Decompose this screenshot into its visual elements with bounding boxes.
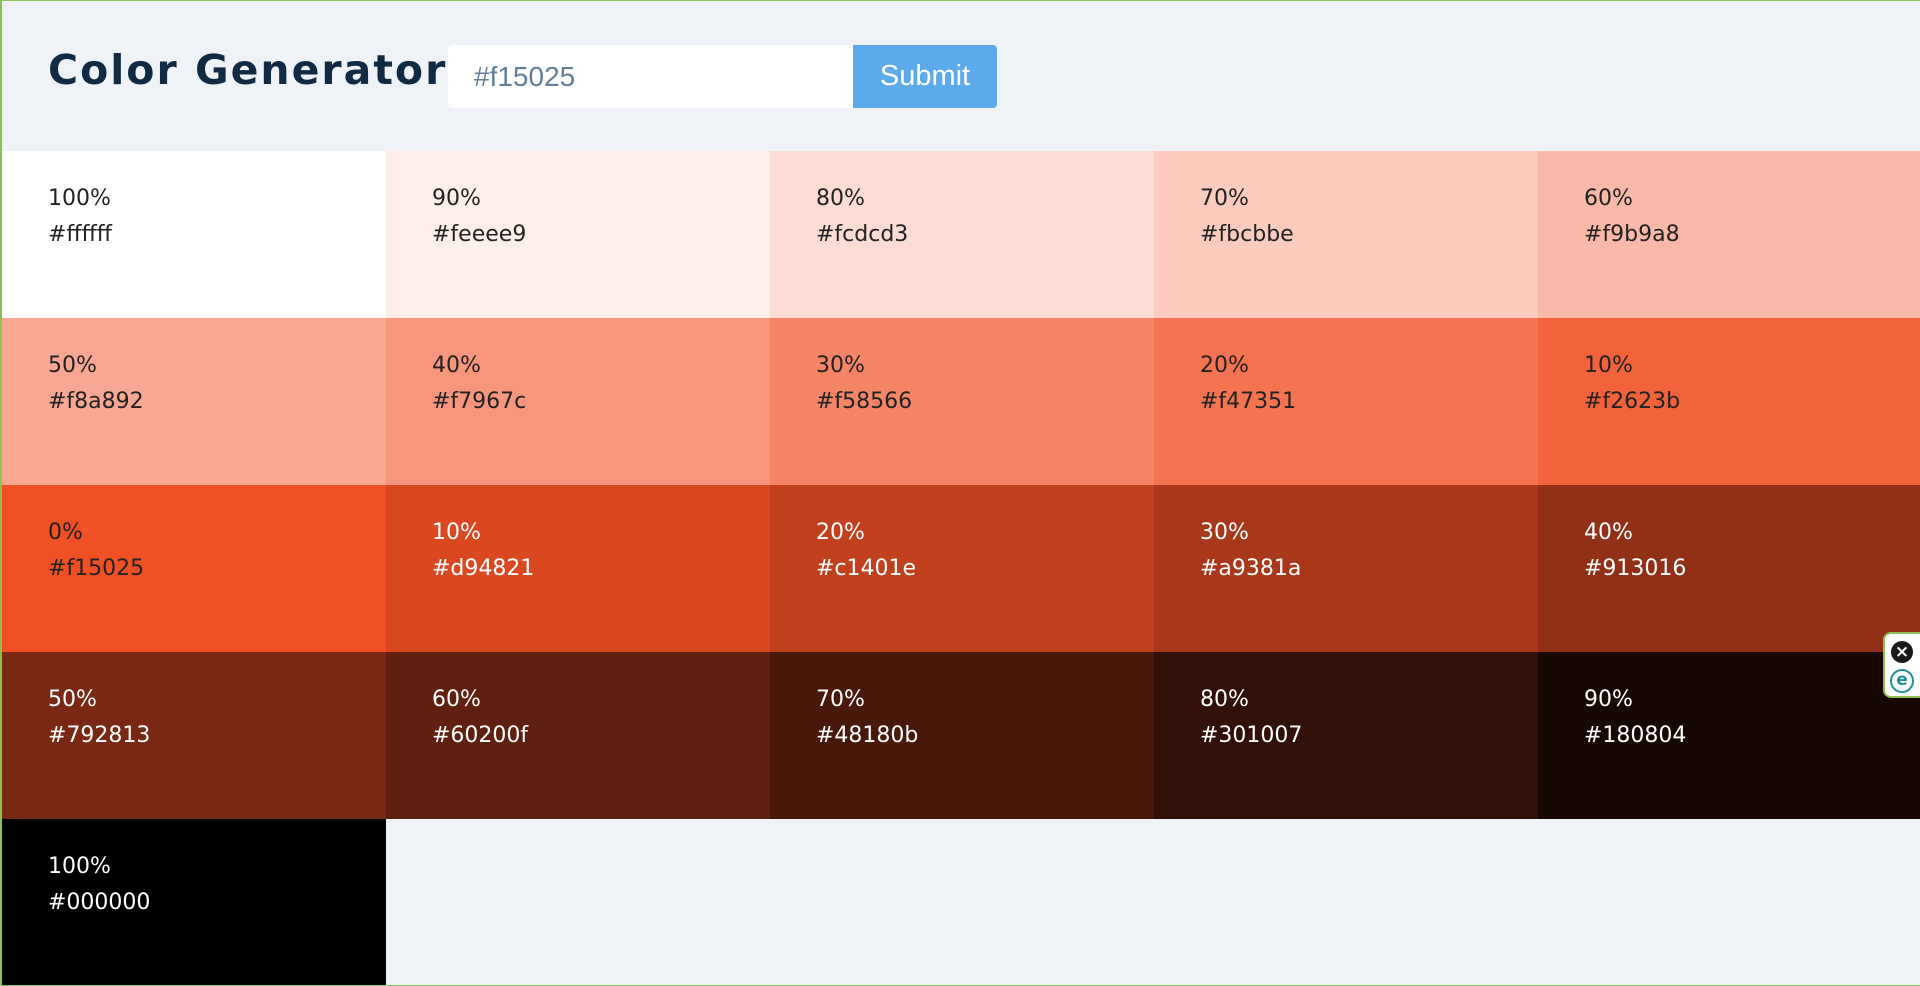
swatch-hex: #a9381a — [1200, 556, 1302, 581]
swatch-hex: #60200f — [432, 723, 529, 748]
color-swatch[interactable]: 10% #d94821 — [386, 485, 770, 652]
color-swatch[interactable]: 80% #301007 — [1154, 652, 1538, 819]
color-swatch[interactable]: 50% #792813 — [2, 652, 386, 819]
page-title: Color Generator — [48, 46, 448, 94]
swatch-hex: #180804 — [1584, 723, 1687, 748]
color-swatch[interactable]: 40% #f7967c — [386, 318, 770, 485]
swatch-hex: #feeee9 — [432, 222, 527, 247]
swatch-hex: #f2623b — [1584, 389, 1681, 414]
color-input[interactable] — [448, 45, 853, 108]
swatch-percent: 90% — [1584, 687, 1633, 712]
swatch-hex: #fbcbbe — [1200, 222, 1294, 247]
swatch-percent: 90% — [432, 186, 481, 211]
swatch-percent: 30% — [816, 353, 865, 378]
swatch-hex: #f58566 — [816, 389, 913, 414]
swatch-hex: #301007 — [1200, 723, 1303, 748]
color-swatch[interactable]: 60% #60200f — [386, 652, 770, 819]
color-swatch[interactable]: 30% #a9381a — [1154, 485, 1538, 652]
color-swatch[interactable]: 50% #f8a892 — [2, 318, 386, 485]
submit-button[interactable]: Submit — [853, 45, 997, 108]
swatch-hex: #d94821 — [432, 556, 535, 581]
color-swatch[interactable]: 20% #c1401e — [770, 485, 1154, 652]
swatch-percent: 70% — [816, 687, 865, 712]
swatch-percent: 10% — [1584, 353, 1633, 378]
swatch-percent: 20% — [816, 520, 865, 545]
swatch-hex: #000000 — [48, 890, 151, 915]
swatch-hex: #f15025 — [48, 556, 145, 581]
swatch-hex: #c1401e — [816, 556, 917, 581]
swatch-percent: 60% — [1584, 186, 1633, 211]
swatch-percent: 40% — [1584, 520, 1633, 545]
extension-widget: × e — [1883, 632, 1920, 698]
swatch-hex: #f47351 — [1200, 389, 1297, 414]
swatch-percent: 50% — [48, 687, 97, 712]
e-logo-icon[interactable]: e — [1890, 669, 1914, 693]
color-swatch[interactable]: 100% #ffffff — [2, 151, 386, 318]
color-swatch[interactable]: 70% #48180b — [770, 652, 1154, 819]
swatch-percent: 40% — [432, 353, 481, 378]
swatch-percent: 80% — [1200, 687, 1249, 712]
swatch-hex: #fcdcd3 — [816, 222, 909, 247]
swatch-hex: #f7967c — [432, 389, 527, 414]
swatch-percent: 30% — [1200, 520, 1249, 545]
swatch-percent: 10% — [432, 520, 481, 545]
swatch-hex: #913016 — [1584, 556, 1687, 581]
swatch-percent: 0% — [48, 520, 83, 545]
color-swatch[interactable]: 90% #feeee9 — [386, 151, 770, 318]
swatch-percent: 50% — [48, 353, 97, 378]
color-swatch[interactable]: 60% #f9b9a8 — [1538, 151, 1920, 318]
color-swatch[interactable]: 0% #f15025 — [2, 485, 386, 652]
color-swatch[interactable]: 70% #fbcbbe — [1154, 151, 1538, 318]
color-swatch[interactable]: 20% #f47351 — [1154, 318, 1538, 485]
swatch-grid: 100% #ffffff 90% #feeee9 80% #fcdcd3 70% #fbcbb… — [2, 151, 1920, 986]
swatch-percent: 80% — [816, 186, 865, 211]
swatch-hex: #ffffff — [48, 222, 112, 247]
swatch-hex: #f9b9a8 — [1584, 222, 1680, 247]
swatch-percent: 70% — [1200, 186, 1249, 211]
color-swatch[interactable]: 90% #180804 — [1538, 652, 1920, 819]
color-swatch[interactable]: 30% #f58566 — [770, 318, 1154, 485]
color-swatch[interactable]: 40% #913016 — [1538, 485, 1920, 652]
header: Color Generator Submit — [0, 0, 1920, 151]
color-swatch[interactable]: 10% #f2623b — [1538, 318, 1920, 485]
swatch-hex: #f8a892 — [48, 389, 144, 414]
swatch-hex: #792813 — [48, 723, 151, 748]
swatch-percent: 100% — [48, 186, 111, 211]
swatch-percent: 60% — [432, 687, 481, 712]
swatch-hex: #48180b — [816, 723, 919, 748]
swatch-percent: 20% — [1200, 353, 1249, 378]
color-swatch[interactable]: 80% #fcdcd3 — [770, 151, 1154, 318]
swatch-percent: 100% — [48, 854, 111, 879]
color-form: Submit — [448, 45, 997, 108]
color-swatch[interactable]: 100% #000000 — [2, 819, 386, 986]
close-circle-icon[interactable]: × — [1891, 641, 1913, 663]
